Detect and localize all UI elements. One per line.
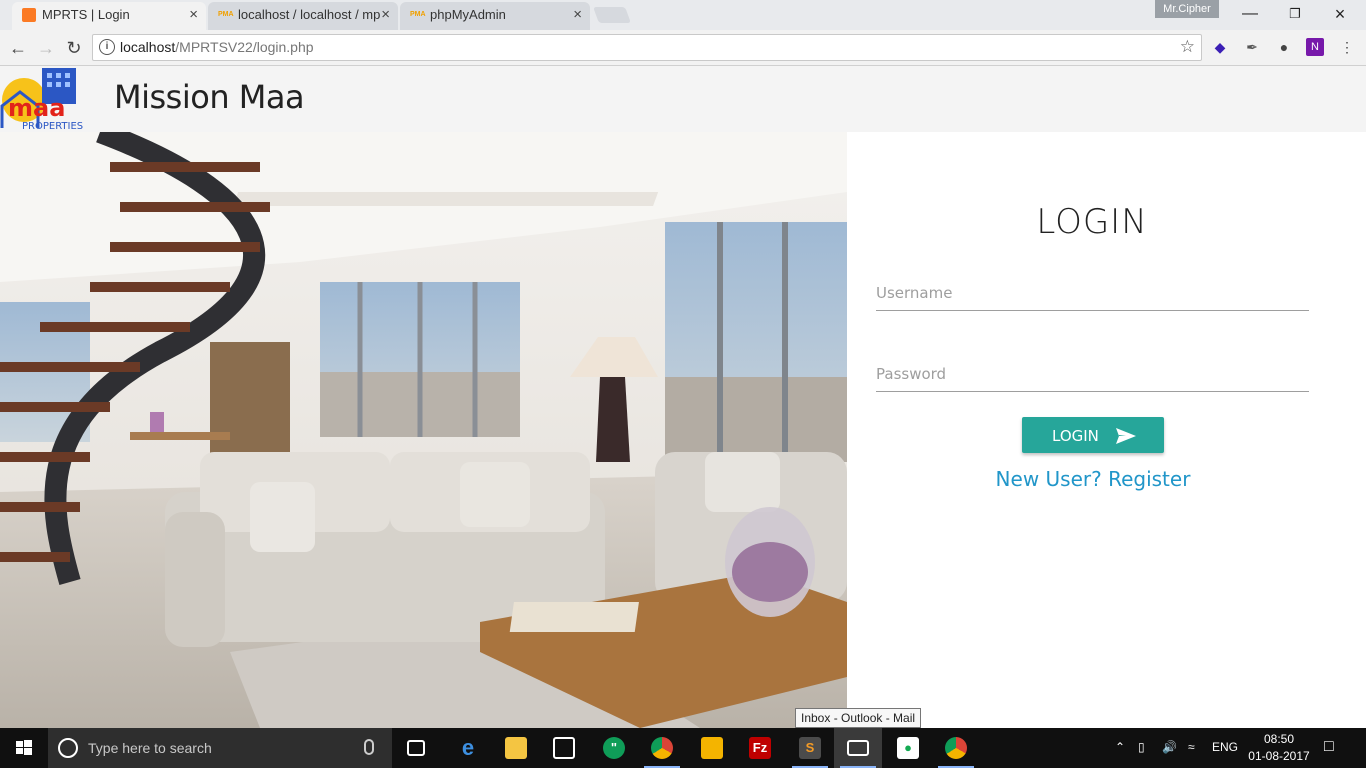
living-room-hero-image <box>0 132 847 728</box>
filezilla-icon: Fz <box>749 737 771 759</box>
clock-date: 01-08-2017 <box>1248 749 1310 763</box>
address-bar[interactable]: i localhost/MPRTSV22/login.php ☆ <box>92 34 1202 61</box>
action-center-icon[interactable]: □ <box>1324 738 1334 756</box>
taskbar-clock[interactable]: 08:50 01-08-2017 <box>1246 731 1312 765</box>
keep-icon <box>701 737 723 759</box>
sublime-icon: S <box>799 737 821 759</box>
language-indicator[interactable]: ENG <box>1212 740 1238 754</box>
restore-icon[interactable]: ❐ <box>1275 3 1315 25</box>
microphone-icon[interactable] <box>364 739 374 755</box>
windows-taskbar: Type here to search e " Fz S ● ⌃ ▯ 🔊 ≈ E… <box>0 728 1366 768</box>
login-button[interactable]: LOGIN <box>1022 417 1164 453</box>
forward-icon[interactable]: → <box>34 36 58 60</box>
bookmark-star-icon[interactable]: ☆ <box>1180 37 1195 57</box>
file-explorer-button[interactable] <box>492 728 540 768</box>
battery-icon[interactable]: ▯ <box>1138 740 1145 754</box>
url-host: localhost <box>120 39 176 55</box>
keep-extension-icon[interactable]: ● <box>1275 38 1293 56</box>
new-tab-button[interactable] <box>593 7 631 23</box>
url-path: /MPRTSV22/login.php <box>175 39 314 55</box>
chrome-button-2[interactable] <box>932 728 980 768</box>
tab-title: MPRTS | Login <box>42 7 130 22</box>
close-tab-icon[interactable]: × <box>381 2 390 28</box>
tab-title: phpMyAdmin <box>430 7 506 22</box>
mail-button[interactable] <box>834 728 882 768</box>
menu-icon[interactable]: ⋮ <box>1338 38 1356 56</box>
keep-button[interactable] <box>688 728 736 768</box>
chrome-icon <box>651 737 673 759</box>
store-icon <box>553 737 575 759</box>
pma-icon: PMA <box>410 11 426 18</box>
tab-mprts-login[interactable]: MPRTS | Login × <box>12 2 206 30</box>
url-text: localhost/MPRTSV22/login.php <box>120 39 314 55</box>
filezilla-button[interactable]: Fz <box>736 728 784 768</box>
taskbar-search-box[interactable]: Type here to search <box>48 728 392 768</box>
xampp-icon <box>22 8 36 22</box>
svg-text:PROPERTIES: PROPERTIES <box>22 121 83 132</box>
svg-text:maa: maa <box>8 94 65 122</box>
username-input[interactable] <box>876 275 1309 311</box>
hangouts-icon: " <box>603 737 625 759</box>
onenote-icon[interactable]: N <box>1306 38 1324 56</box>
mail-icon <box>847 740 869 756</box>
store-button[interactable] <box>540 728 588 768</box>
eyedropper-icon[interactable]: ✒ <box>1243 38 1261 56</box>
close-tab-icon[interactable]: × <box>189 2 198 28</box>
reload-icon[interactable]: ↻ <box>62 36 86 60</box>
chrome-button[interactable] <box>638 728 686 768</box>
tab-phpmyadmin[interactable]: PMA phpMyAdmin × <box>400 2 590 30</box>
task-view-icon <box>407 740 425 756</box>
tab-localhost[interactable]: PMA localhost / localhost / mp × <box>208 2 398 30</box>
hangouts-button[interactable]: " <box>590 728 638 768</box>
browser-toolbar: ← → ↻ i localhost/MPRTSV22/login.php ☆ ◆… <box>0 30 1366 66</box>
browser-tab-strip: MPRTS | Login × PMA localhost / localhos… <box>0 0 1366 30</box>
cortana-icon <box>58 738 78 758</box>
volume-icon[interactable]: 🔊 <box>1162 740 1177 754</box>
search-placeholder: Type here to search <box>88 740 212 756</box>
edge-icon: e <box>461 735 475 760</box>
register-link[interactable]: New User? Register <box>847 467 1339 491</box>
task-view-button[interactable] <box>392 728 440 768</box>
close-tab-icon[interactable]: × <box>573 2 582 28</box>
clock-time: 08:50 <box>1263 732 1295 746</box>
edge-button[interactable]: e <box>444 728 492 768</box>
profile-badge[interactable]: Mr.Cipher <box>1155 0 1219 18</box>
sublime-button[interactable]: S <box>786 728 834 768</box>
windows-icon <box>16 740 32 755</box>
login-title: LOGIN <box>1036 202 1148 242</box>
pma-icon: PMA <box>218 11 234 18</box>
show-hidden-icons-icon[interactable]: ⌃ <box>1115 740 1125 754</box>
brand-name[interactable]: Mission Maa <box>114 78 305 116</box>
info-icon[interactable]: i <box>99 39 115 55</box>
maa-properties-logo[interactable]: maa PROPERTIES <box>0 66 100 132</box>
extension-layers-icon[interactable]: ◆ <box>1211 38 1229 56</box>
chrome-icon <box>945 737 967 759</box>
password-input[interactable] <box>876 356 1309 392</box>
login-button-label: LOGIN <box>1052 427 1099 445</box>
send-icon <box>1116 428 1136 444</box>
mongodb-icon: ● <box>897 737 919 759</box>
back-icon[interactable]: ← <box>6 36 30 60</box>
start-button[interactable] <box>0 728 48 768</box>
login-panel: LOGIN LOGIN New User? Register <box>847 132 1366 728</box>
tab-title: localhost / localhost / mp <box>238 7 381 22</box>
wifi-icon[interactable]: ≈ <box>1188 740 1195 754</box>
taskbar-tooltip: Inbox - Outlook - Mail <box>795 708 922 728</box>
minimize-icon[interactable]: — <box>1230 3 1270 25</box>
file-explorer-icon <box>505 737 527 759</box>
mongodb-button[interactable]: ● <box>884 728 932 768</box>
site-header: maa PROPERTIES Mission Maa <box>0 66 1366 132</box>
close-window-icon[interactable]: × <box>1320 3 1360 25</box>
